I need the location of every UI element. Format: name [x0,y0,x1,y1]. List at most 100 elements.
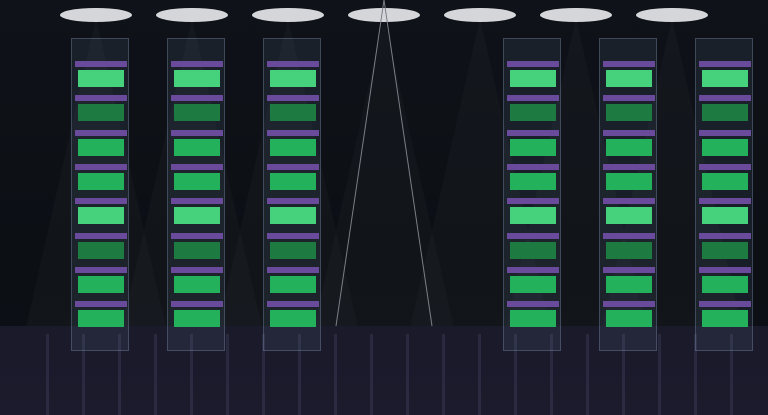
row-light-dim [606,242,652,259]
row-bar [171,267,223,273]
row-bar [171,301,223,307]
row-bar [699,267,751,273]
row-bar [699,61,751,67]
row-bar [603,130,655,136]
row-light-dim [78,242,124,259]
row-light-dim [510,104,556,121]
tower-5 [599,38,657,351]
row-light-mid [606,173,652,190]
row-bar [267,198,319,204]
row-light-mid [270,139,316,156]
row-bar [603,233,655,239]
row-bar [507,301,559,307]
row-bar [75,198,127,204]
tower-6 [695,38,753,351]
row-light-mid [510,173,556,190]
row-light-mid [270,310,316,327]
row-light-mid [78,276,124,293]
row-light-lit [78,70,124,87]
row-bar [507,233,559,239]
rig-line-right [383,0,433,327]
row-light-lit [510,207,556,224]
row-light-mid [606,310,652,327]
row-light-mid [174,310,220,327]
row-light-lit [606,207,652,224]
game-stage [0,0,768,415]
tower-2 [167,38,225,351]
row-bar [507,130,559,136]
row-light-lit [510,70,556,87]
row-bar [171,164,223,170]
row-bar [267,301,319,307]
row-light-mid [174,139,220,156]
row-bar [507,61,559,67]
row-bar [699,301,751,307]
row-bar [699,233,751,239]
row-light-mid [510,139,556,156]
row-bar [75,267,127,273]
row-bar [699,130,751,136]
row-light-mid [78,173,124,190]
rig-line-left [335,0,385,327]
row-light-lit [78,207,124,224]
tower-3 [263,38,321,351]
row-light-dim [78,104,124,121]
row-light-mid [174,276,220,293]
tower-1 [71,38,129,351]
row-light-dim [270,242,316,259]
row-light-lit [702,207,748,224]
row-bar [171,198,223,204]
row-bar [75,130,127,136]
row-bar [507,95,559,101]
row-light-mid [78,310,124,327]
row-light-lit [270,70,316,87]
row-light-lit [174,207,220,224]
row-light-lit [174,70,220,87]
row-light-mid [702,139,748,156]
row-light-mid [270,173,316,190]
row-bar [267,267,319,273]
row-bar [171,95,223,101]
row-light-dim [606,104,652,121]
row-bar [171,233,223,239]
row-bar [507,198,559,204]
row-light-mid [78,139,124,156]
row-light-mid [702,173,748,190]
row-bar [75,95,127,101]
row-bar [603,164,655,170]
row-bar [699,198,751,204]
row-bar [75,233,127,239]
row-bar [171,130,223,136]
row-bar [75,61,127,67]
row-light-mid [702,276,748,293]
row-bar [507,164,559,170]
row-light-dim [174,104,220,121]
row-bar [507,267,559,273]
row-bar [171,61,223,67]
row-light-mid [174,173,220,190]
row-bar [603,267,655,273]
row-bar [267,130,319,136]
row-light-mid [702,310,748,327]
row-light-mid [270,276,316,293]
row-bar [603,198,655,204]
row-bar [699,164,751,170]
row-bar [267,164,319,170]
tower-4 [503,38,561,351]
row-bar [267,61,319,67]
row-light-lit [702,70,748,87]
row-light-mid [606,139,652,156]
row-light-dim [702,104,748,121]
row-bar [267,95,319,101]
row-light-lit [606,70,652,87]
row-light-mid [606,276,652,293]
row-bar [699,95,751,101]
row-light-dim [510,242,556,259]
row-light-mid [510,310,556,327]
row-bar [267,233,319,239]
row-bar [603,61,655,67]
row-light-dim [174,242,220,259]
row-light-dim [270,104,316,121]
row-light-mid [510,276,556,293]
row-bar [75,301,127,307]
